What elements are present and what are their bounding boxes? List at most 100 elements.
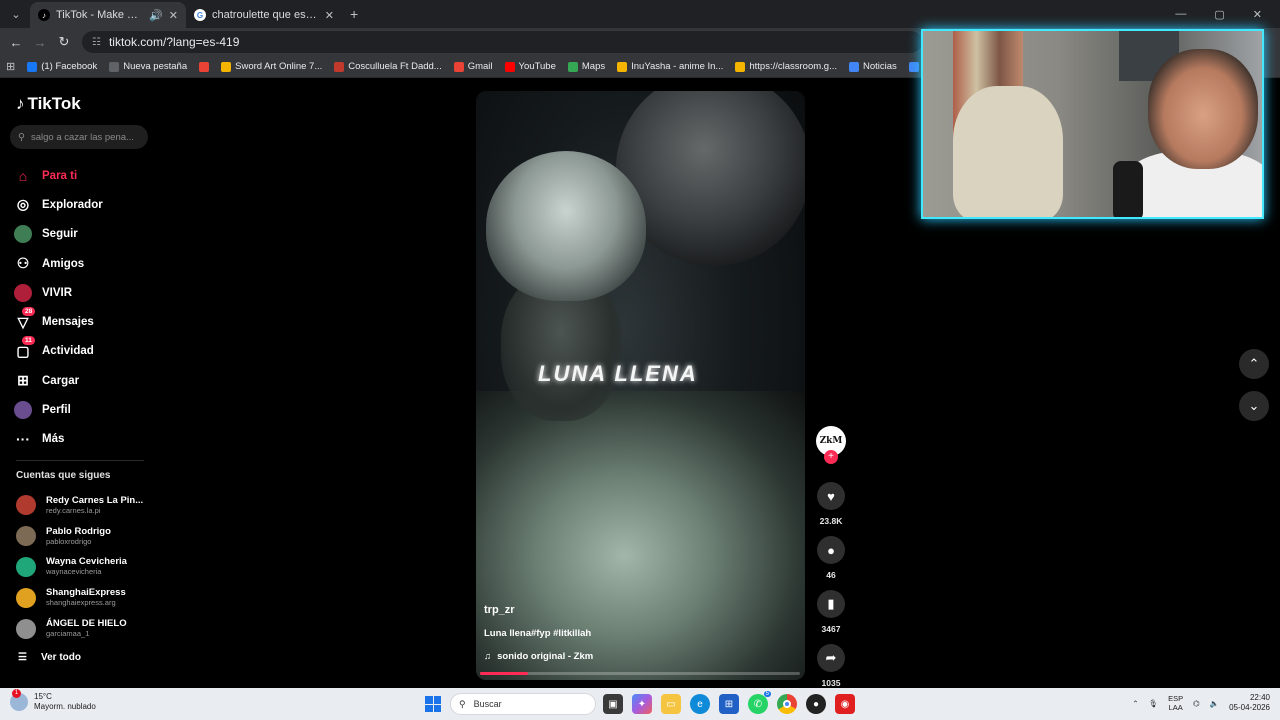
nav-item-mensajes[interactable]: ▽ 28 Mensajes [14, 307, 103, 336]
bookmark-item[interactable]: YouTube [504, 61, 556, 72]
bookmark-label: Noticias [863, 61, 897, 72]
like-icon[interactable]: ♥ [817, 482, 845, 510]
nav-label: VIVIR [42, 286, 73, 299]
tab-google-search[interactable]: G chatroulette que es - Buscar con ✕ [186, 2, 342, 28]
back-icon[interactable]: ← [4, 35, 28, 50]
search-input[interactable]: ⚲ salgo a cazar las pena... [10, 125, 148, 149]
maximize-icon[interactable]: ▢ [1214, 8, 1224, 21]
weather-widget[interactable]: 1 15°C Mayorm. nublado [10, 689, 96, 712]
reload-icon[interactable]: ↻ [52, 34, 76, 50]
bookmark-icon[interactable]: ▮ [817, 590, 845, 618]
video-sound[interactable]: ♫ sonido original - Zkm [484, 651, 593, 662]
close-tab-icon[interactable]: ✕ [325, 9, 334, 22]
bookmark-item[interactable]: InuYasha - anime In... [617, 61, 723, 72]
clock[interactable]: 22:40 05-04-2026 [1229, 693, 1270, 713]
bookmark-item[interactable] [199, 61, 210, 72]
edge-icon[interactable]: e [690, 694, 710, 714]
nav-label: Actividad [42, 345, 94, 358]
nav-item-seguir[interactable]: Seguir [14, 220, 103, 249]
following-account[interactable]: ÁNGEL DE HIELO garciamaa_1 [16, 613, 143, 644]
bookmark-item[interactable]: (1) Facebook [27, 61, 97, 72]
nav-item-para-ti[interactable]: ⌂ Para ti [14, 161, 103, 190]
bookmark-item[interactable]: Cosculluela Ft Dadd... [334, 61, 442, 72]
following-account[interactable]: Redy Carnes La Pin... redy.carnes.la.pi [16, 490, 143, 521]
see-all-link[interactable]: ☰ Ver todo [18, 652, 81, 663]
webcam-microphone [1113, 161, 1143, 217]
lang-top: ESP [1168, 694, 1184, 703]
nav-item-explorador[interactable]: ◎ Explorador [14, 190, 103, 219]
video-username[interactable]: trp_zr [484, 604, 593, 616]
nav-item-amigos[interactable]: ⚇ Amigos [14, 249, 103, 278]
site-info-icon[interactable]: ☷ [92, 37, 101, 48]
taskbar-search-input[interactable]: ⚲ Buscar [450, 693, 596, 715]
forward-icon[interactable]: → [28, 35, 52, 50]
bookmark-item[interactable]: Sword Art Online 7... [221, 61, 322, 72]
nav-item-perfil[interactable]: Perfil [14, 395, 103, 424]
window-controls: — ▢ ✕ [1175, 8, 1280, 21]
bookmark-item[interactable]: https://classroom.g... [735, 61, 837, 72]
close-tab-icon[interactable]: ✕ [169, 9, 178, 22]
account-handle: garciamaa_1 [46, 629, 90, 639]
previous-video-button[interactable]: ⌃ [1239, 349, 1269, 379]
minimize-icon[interactable]: — [1175, 8, 1186, 21]
comment-icon[interactable]: ● [817, 536, 845, 564]
network-icon[interactable]: ⌬ [1193, 699, 1200, 708]
logo-text: TikTok [27, 94, 81, 113]
list-icon: ☰ [18, 652, 27, 663]
taskbar-apps: ▣ ✦ ▭ e ⊞ ✆ 5 ● ◉ [603, 691, 855, 714]
apps-icon[interactable]: ⊞ [6, 60, 15, 73]
tray-expand-icon[interactable]: ⌃ [1132, 699, 1138, 708]
bookmark-item[interactable]: Nueva pestaña [109, 61, 187, 72]
bookmark-item[interactable]: Maps [567, 61, 605, 72]
compass-icon: ◎ [16, 196, 30, 213]
nav-item-vivir[interactable]: VIVIR [14, 278, 103, 307]
video-caption[interactable]: Luna llena#fyp #litkillah [484, 628, 593, 639]
share-icon[interactable]: ➦ [817, 644, 845, 672]
mic-icon[interactable]: 🎙 [1149, 699, 1159, 708]
account-name: Pablo Rodrigo [46, 525, 111, 537]
nav-item-m-s[interactable]: ··· Más [14, 425, 103, 454]
bookmark-favicon-icon [735, 61, 746, 72]
tab-search-icon[interactable]: ⌄ [4, 4, 28, 24]
account-name: ÁNGEL DE HIELO [46, 618, 127, 630]
nav-item-actividad[interactable]: ▢ 11 Actividad [14, 336, 103, 366]
volume-icon[interactable]: 🔈 [1210, 699, 1219, 708]
whatsapp-icon[interactable]: ✆ 5 [748, 691, 771, 714]
clock-time: 22:40 [1249, 693, 1270, 702]
home-icon: ⌂ [18, 167, 28, 184]
speaker-icon[interactable]: 🔊 [149, 9, 163, 22]
next-video-button[interactable]: ⌄ [1239, 391, 1269, 421]
new-tab-button[interactable]: + [342, 6, 366, 22]
live-icon [14, 283, 32, 302]
following-account[interactable]: Pablo Rodrigo pabloxrodrigo [16, 521, 143, 552]
tab-tiktok[interactable]: ♪ TikTok - Make Your Day 🔊 ✕ [30, 2, 186, 28]
bookmark-item[interactable]: Noticias [849, 61, 897, 72]
account-name: Redy Carnes La Pin... [46, 494, 144, 506]
copilot-icon[interactable]: ✦ [632, 694, 652, 714]
nav-item-cargar[interactable]: ⊞ Cargar [14, 366, 103, 395]
nav-label: Mensajes [42, 316, 94, 329]
video-player[interactable]: LUNA LLENA trp_zr Luna llena#fyp #litkil… [476, 91, 805, 680]
windows-start-icon[interactable] [425, 696, 441, 712]
profile-avatar-icon [14, 401, 32, 420]
recording-app-icon[interactable]: ◉ [835, 694, 855, 714]
chrome-icon[interactable] [777, 694, 797, 714]
url-text: tiktok.com/?lang=es-419 [108, 35, 240, 49]
file-explorer-icon[interactable]: ▭ [661, 694, 681, 714]
store-icon[interactable]: ⊞ [719, 694, 739, 714]
account-handle: waynacevicheria [46, 567, 102, 577]
close-window-icon[interactable]: ✕ [1253, 8, 1262, 21]
task-view-icon[interactable]: ▣ [603, 694, 623, 714]
following-account[interactable]: Wayna Cevicheria waynacevicheria [16, 552, 143, 583]
bookmark-item[interactable]: Gmail [453, 61, 493, 72]
music-note-icon: ♫ [484, 651, 492, 662]
tiktok-logo[interactable]: ♪ TikTok [16, 94, 81, 114]
language-indicator[interactable]: ESP LAA [1168, 694, 1183, 712]
save-count: 3467 [821, 624, 841, 634]
video-progress-bar[interactable] [480, 672, 800, 675]
follow-plus-icon[interactable]: + [824, 450, 838, 464]
account-avatar [16, 556, 36, 577]
obs-icon[interactable]: ● [806, 694, 826, 714]
address-bar[interactable]: ☷ tiktok.com/?lang=es-419 [82, 31, 922, 53]
following-account[interactable]: ShanghaiExpress shanghaiexpress.arg [16, 582, 143, 613]
